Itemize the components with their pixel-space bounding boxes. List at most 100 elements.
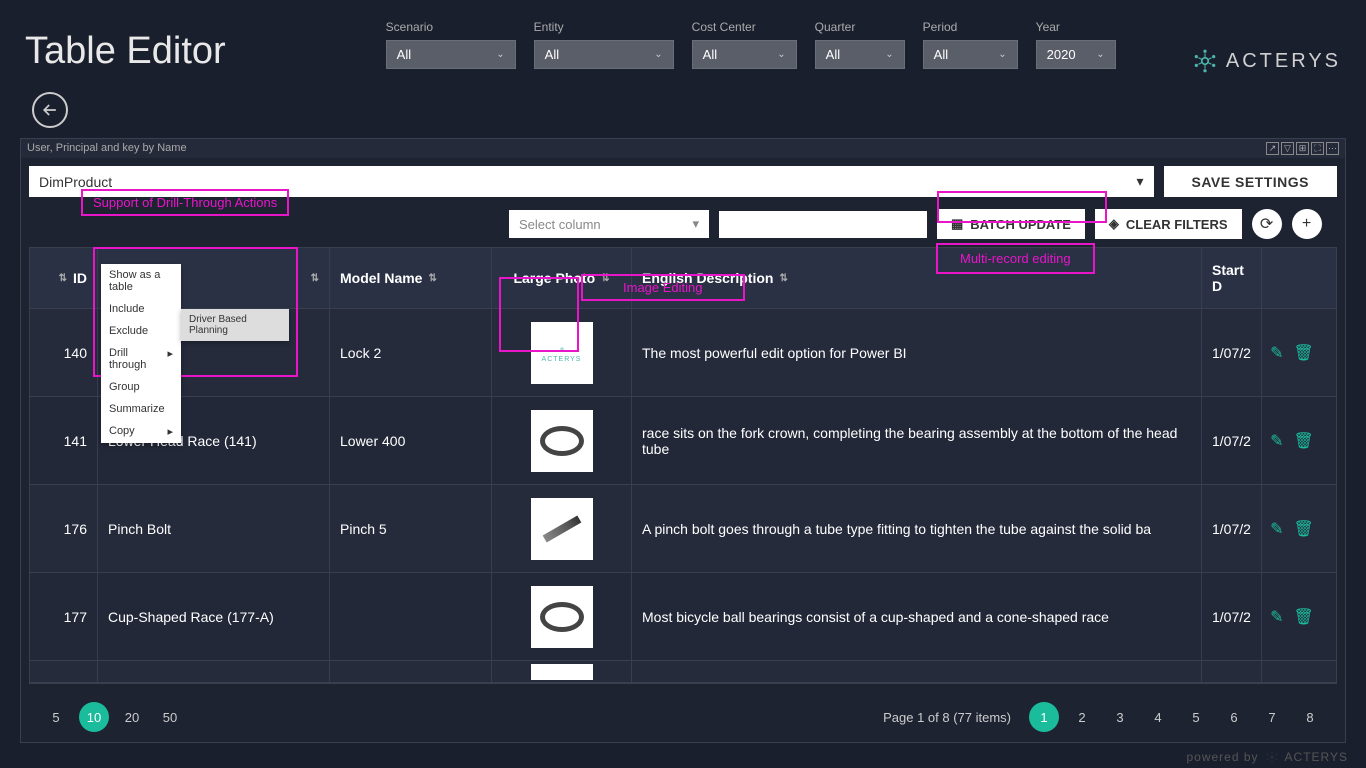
panel-icon-more[interactable]: ⋯: [1326, 142, 1339, 155]
chevron-down-icon: ⌄: [654, 49, 662, 60]
page-5[interactable]: 5: [1181, 702, 1211, 732]
page-title: Table Editor: [25, 30, 226, 73]
product-photo[interactable]: [531, 410, 593, 472]
cell-desc: A pinch bolt goes through a tube type fi…: [632, 485, 1202, 572]
page-3[interactable]: 3: [1105, 702, 1135, 732]
context-item[interactable]: Include: [101, 298, 181, 320]
panel-icon-pin[interactable]: ⊞: [1296, 142, 1309, 155]
chevron-down-icon: ⌄: [1096, 49, 1104, 60]
edit-icon[interactable]: ✎: [1270, 519, 1283, 539]
batch-value-input[interactable]: [719, 211, 927, 238]
cell-name: Cup-Shaped Race (177-A): [98, 573, 330, 660]
cell-date: 1/07/2: [1202, 397, 1262, 484]
filter-select-year[interactable]: 2020⌄: [1036, 40, 1116, 69]
filter-select-period[interactable]: All⌄: [923, 40, 1018, 69]
cell-model: Lower 400: [330, 397, 492, 484]
page-4[interactable]: 4: [1143, 702, 1173, 732]
page-size-50[interactable]: 50: [155, 702, 185, 732]
product-photo: [531, 664, 593, 680]
col-header-photo[interactable]: Large Photo⇅: [492, 248, 632, 308]
filter-label: Year: [1036, 20, 1116, 34]
cell-id: 177: [30, 573, 98, 660]
cell-desc: race sits on the fork crown, completing …: [632, 397, 1202, 484]
col-header-desc[interactable]: English Description⇅: [632, 248, 1202, 308]
page-7[interactable]: 7: [1257, 702, 1287, 732]
delete-icon[interactable]: 🗑: [1294, 519, 1314, 539]
cell-model: [330, 573, 492, 660]
chevron-right-icon: ▸: [167, 425, 173, 438]
grid-icon: ▦: [951, 216, 963, 232]
context-item[interactable]: Show as a table: [101, 264, 181, 298]
product-photo[interactable]: [531, 498, 593, 560]
filter-label: Entity: [534, 20, 674, 34]
panel-icon-filter[interactable]: ▽: [1281, 142, 1294, 155]
filter-select-quarter[interactable]: All⌄: [815, 40, 905, 69]
col-header-actions: [1262, 248, 1322, 308]
table-row-partial: [30, 661, 1336, 683]
select-column-dropdown[interactable]: Select column ▾: [509, 210, 709, 238]
refresh-icon: ⟳: [1260, 214, 1273, 234]
context-item[interactable]: Exclude: [101, 320, 181, 342]
context-item[interactable]: Group: [101, 376, 181, 398]
col-header-date[interactable]: Start D: [1202, 248, 1262, 308]
context-sub-item[interactable]: Driver Based Planning: [181, 309, 289, 341]
filter-label: Scenario: [386, 20, 516, 34]
context-item[interactable]: Summarize: [101, 398, 181, 420]
panel-icon-arrow[interactable]: ↗: [1266, 142, 1279, 155]
batch-update-button[interactable]: ▦ BATCH UPDATE: [937, 209, 1085, 239]
page-6[interactable]: 6: [1219, 702, 1249, 732]
table-row[interactable]: 176Pinch BoltPinch 5 A pinch bolt goes th…: [30, 485, 1336, 573]
clear-filters-button[interactable]: ◈ CLEAR FILTERS: [1095, 209, 1242, 239]
context-item[interactable]: Drill through▸: [101, 342, 181, 376]
chevron-down-icon: ⌄: [885, 49, 893, 60]
page-1[interactable]: 1: [1029, 702, 1059, 732]
back-button[interactable]: [32, 92, 68, 128]
cell-model: Pinch 5: [330, 485, 492, 572]
delete-icon[interactable]: 🗑: [1294, 607, 1314, 627]
filter-select-entity[interactable]: All⌄: [534, 40, 674, 69]
filter-select-cost-center[interactable]: All⌄: [692, 40, 797, 69]
col-header-id[interactable]: ⇅ID: [30, 248, 98, 308]
cell-id: 140: [30, 309, 98, 396]
delete-icon[interactable]: 🗑: [1294, 343, 1314, 363]
product-photo[interactable]: ACTERYS: [531, 322, 593, 384]
chevron-right-icon: ▸: [167, 347, 173, 371]
cell-model: Lock 2: [330, 309, 492, 396]
cell-name: Pinch Bolt: [98, 485, 330, 572]
brand-logo: ACTERYS: [1192, 48, 1341, 74]
powered-by: powered by ACTERYS: [1186, 750, 1348, 764]
delete-icon[interactable]: 🗑: [1294, 431, 1314, 451]
add-button[interactable]: +: [1292, 209, 1322, 239]
filter-icon: ⇅: [601, 273, 609, 284]
diamond-icon: ◈: [1109, 216, 1119, 232]
filter-icon: ⇅: [779, 273, 787, 284]
product-photo[interactable]: [531, 586, 593, 648]
refresh-button[interactable]: ⟳: [1252, 209, 1282, 239]
cell-id: 176: [30, 485, 98, 572]
brand-icon: [1265, 750, 1279, 764]
page-size-5[interactable]: 5: [41, 702, 71, 732]
context-submenu[interactable]: Driver Based Planning: [181, 309, 289, 341]
table-row[interactable]: 141Lower Head Race (141)Lower 400race si…: [30, 397, 1336, 485]
panel-icon-expand[interactable]: ⛶: [1311, 142, 1324, 155]
context-menu[interactable]: Show as a tableIncludeExcludeDrill throu…: [101, 264, 181, 443]
edit-icon[interactable]: ✎: [1270, 607, 1283, 627]
arrow-left-icon: [40, 100, 60, 120]
page-8[interactable]: 8: [1295, 702, 1325, 732]
panel-caption: User, Principal and key by Name: [27, 142, 187, 155]
context-item[interactable]: Copy▸: [101, 420, 181, 443]
chevron-down-icon: ▾: [692, 216, 699, 232]
page-2[interactable]: 2: [1067, 702, 1097, 732]
save-settings-button[interactable]: SAVE SETTINGS: [1164, 166, 1337, 197]
edit-icon[interactable]: ✎: [1270, 431, 1283, 451]
dimension-select[interactable]: DimProduct ▾: [29, 166, 1154, 197]
filter-select-scenario[interactable]: All⌄: [386, 40, 516, 69]
page-size-10[interactable]: 10: [79, 702, 109, 732]
edit-icon[interactable]: ✎: [1270, 343, 1283, 363]
chevron-down-icon: ⌄: [998, 49, 1006, 60]
page-size-20[interactable]: 20: [117, 702, 147, 732]
table-row[interactable]: 177Cup-Shaped Race (177-A)Most bicycle b…: [30, 573, 1336, 661]
col-header-model[interactable]: Model Name⇅: [330, 248, 492, 308]
cell-date: 1/07/2: [1202, 573, 1262, 660]
filter-label: Period: [923, 20, 1018, 34]
